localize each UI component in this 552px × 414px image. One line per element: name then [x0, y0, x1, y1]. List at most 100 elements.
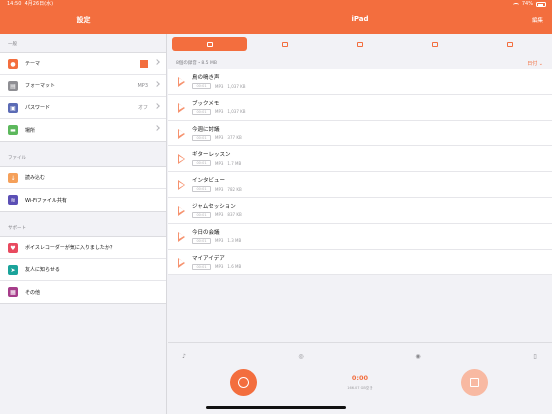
recording-duration: 00:01: [192, 160, 211, 167]
grid-icon: ▦: [8, 287, 18, 297]
recording-meta: 00:01 MP3 1.7 MB: [192, 160, 241, 167]
play-icon[interactable]: [178, 102, 185, 113]
recording-format: MP3: [215, 135, 224, 141]
recording-format: MP3: [215, 238, 224, 244]
recording-size: 782 KB: [227, 186, 242, 192]
settings-row[interactable]: ≋ Wi-Fiファイル共有: [0, 189, 166, 211]
settings-group: ↓ 読み込む ≋ Wi-Fiファイル共有: [0, 166, 166, 212]
speed-icon[interactable]: ◎: [297, 353, 305, 361]
recording-format: MP3: [215, 83, 224, 89]
tab-trash[interactable]: [473, 37, 548, 51]
chevron-right-icon: [154, 125, 160, 131]
recording-duration: 00:01: [192, 134, 211, 141]
record-icon: [238, 377, 249, 388]
sort-button[interactable]: 日付 ⌄: [527, 60, 543, 67]
recording-row[interactable]: マイアイデア 00:01 MP3 1.6 MB: [168, 250, 552, 276]
recording-duration: 00:01: [192, 237, 211, 244]
play-icon[interactable]: [178, 205, 185, 216]
stop-icon: [470, 378, 479, 387]
edit-button[interactable]: 編集: [532, 16, 543, 24]
recording-row[interactable]: 鳥の鳴き声 00:01 MP3 1,037 KB: [168, 69, 552, 95]
sort-label: 日付: [527, 61, 538, 67]
list-icon: [357, 41, 363, 47]
status-time: 14:50 4月26日(水): [7, 0, 53, 9]
recording-title: マイアイデア: [192, 255, 225, 262]
recording-meta: 00:01 MP3 1.3 MB: [192, 237, 241, 244]
section-header: 一般: [8, 42, 17, 47]
recording-format: MP3: [215, 160, 224, 166]
battery-percent: 74%: [521, 1, 533, 7]
settings-label: パスワード: [25, 105, 51, 111]
settings-row[interactable]: ▦ その他: [0, 281, 166, 303]
recording-meta: 00:01 MP3 1,037 KB: [192, 108, 246, 115]
stop-button[interactable]: [461, 369, 488, 396]
recording-size: 1,037 KB: [227, 83, 246, 89]
settings-label: その他: [25, 289, 41, 296]
settings-label: テーマ: [25, 61, 41, 67]
recording-duration: 00:01: [192, 108, 211, 115]
folder-icon: ▬: [8, 125, 18, 135]
theme-color-swatch: [140, 60, 148, 68]
recording-meta: 00:01 MP3 1,037 KB: [192, 83, 246, 89]
wifi-icon: [512, 2, 519, 7]
recording-row[interactable]: ブックメモ 00:01 MP3 1,037 KB: [168, 95, 552, 121]
settings-row[interactable]: ● テーマ: [0, 53, 166, 75]
settings-row[interactable]: ▤ フォーマット MP3: [0, 75, 166, 97]
clock: 14:50: [7, 1, 22, 7]
recording-duration: 00:01: [192, 186, 211, 193]
tab-microphone[interactable]: [172, 37, 248, 51]
play-icon[interactable]: [178, 257, 185, 268]
recording-format: MP3: [215, 212, 224, 218]
recording-row[interactable]: 今日の会議 00:01 MP3 1.3 MB: [168, 224, 552, 250]
recording-row[interactable]: インタビュー 00:01 MP3 782 KB: [168, 172, 552, 198]
play-icon[interactable]: [178, 77, 185, 87]
recordings-panel: 8個の録音・8.5 MB 日付 ⌄ 鳥の鳴き声 00:01 MP3 1,037 …: [168, 34, 552, 414]
recording-meta: 00:01 MP3 782 KB: [192, 186, 242, 193]
settings-row[interactable]: ↓ 読み込む: [0, 167, 166, 189]
heart-icon: ♥: [8, 243, 18, 253]
recording-title: 今週に討議: [192, 126, 220, 133]
settings-label: 友人に知らせる: [25, 267, 60, 273]
settings-sidebar: 一般 ● テーマ ▤ フォーマット MP3 ▣ パスワード オフ ▬ 場所 ファイル ↓ 読み込む ≋ Wi-…: [0, 34, 167, 414]
download-icon: ↓: [8, 173, 18, 183]
play-icon[interactable]: [178, 180, 185, 191]
palette-icon: ●: [8, 59, 18, 69]
page-title: iPad: [351, 15, 369, 23]
tab-calendar[interactable]: [398, 37, 473, 51]
recording-title: ジャムセッション: [192, 203, 236, 210]
settings-row[interactable]: ▣ パスワード オフ: [0, 97, 166, 119]
play-icon[interactable]: [178, 231, 185, 242]
home-indicator: [206, 406, 346, 409]
top-bar: 14:50 4月26日(水) 74% 設定 iPad 編集: [0, 0, 552, 34]
free-space: 166.07 GB空き: [347, 386, 373, 390]
chevron-right-icon: [154, 103, 160, 109]
record-button[interactable]: [230, 369, 257, 396]
app-screen: 14:50 4月26日(水) 74% 設定 iPad 編集 一般 ● テーマ ▤ フォー…: [0, 0, 552, 414]
chevron-right-icon: [154, 59, 160, 65]
tab-list[interactable]: [322, 37, 397, 51]
settings-row[interactable]: ➤ 友人に知らせる: [0, 259, 166, 281]
settings-label: フォーマット: [25, 83, 56, 89]
device-icon[interactable]: ▯: [531, 353, 539, 361]
recording-title: インタビュー: [192, 178, 226, 185]
skip-icon[interactable]: ◉: [414, 353, 422, 361]
settings-row[interactable]: ▬ 場所: [0, 119, 166, 141]
list-summary: 8個の録音・8.5 MB: [176, 61, 217, 66]
settings-value: MP3: [137, 82, 148, 89]
recording-format: MP3: [215, 186, 224, 192]
share-icon: ➤: [8, 265, 18, 275]
settings-row[interactable]: ♥ ボイスレコーダーが気に入りましたか？: [0, 237, 166, 259]
play-icon[interactable]: [178, 154, 185, 165]
recording-title: 今日の会議: [192, 229, 220, 236]
calendar-icon: [432, 41, 439, 47]
recording-row[interactable]: ジャムセッション 00:01 MP3 837 KB: [168, 198, 552, 224]
recording-duration: 00:01: [192, 211, 211, 218]
recording-size: 377 KB: [227, 135, 242, 141]
recording-row[interactable]: ギターレッスン 00:01 MP3 1.7 MB: [168, 146, 552, 173]
tab-alarm[interactable]: [247, 37, 322, 51]
recording-row[interactable]: 今週に討議 00:01 MP3 377 KB: [168, 121, 552, 147]
recording-duration: 00:01: [192, 83, 211, 89]
music-note-icon[interactable]: ♪: [180, 353, 188, 361]
play-icon[interactable]: [178, 128, 185, 139]
recording-title: 鳥の鳴き声: [192, 75, 220, 81]
